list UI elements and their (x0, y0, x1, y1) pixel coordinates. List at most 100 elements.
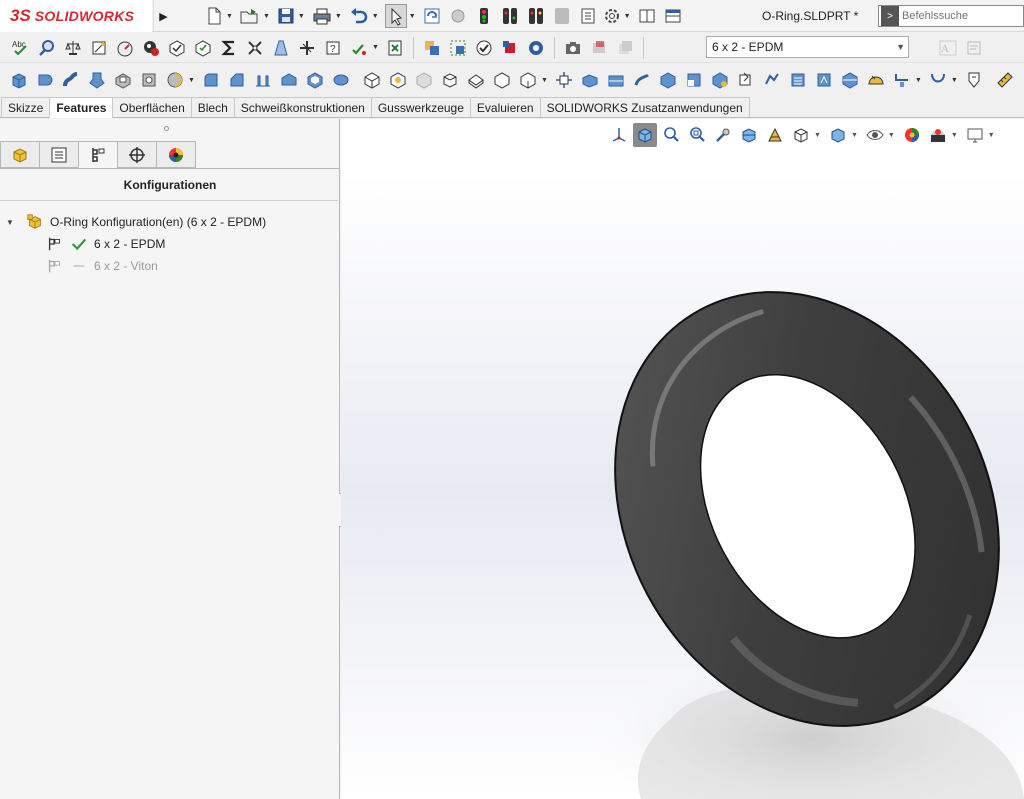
graphics-area[interactable]: ▼ ▼ ▼ ▼ ▼ (341, 119, 1024, 799)
lifebuoy-button[interactable] (524, 36, 548, 60)
curve-driven-pattern-button[interactable] (890, 68, 914, 92)
undo-dropdown-caret[interactable]: ▼ (372, 13, 379, 20)
snapshot-button[interactable] (561, 36, 585, 60)
tile-vertical-button[interactable] (663, 4, 683, 28)
text-format-button[interactable]: A (936, 36, 960, 60)
curves-button[interactable] (412, 68, 436, 92)
instant3d-button[interactable] (438, 68, 462, 92)
design-checker-button[interactable] (472, 36, 496, 60)
o-ring-model[interactable] (341, 119, 1024, 799)
tab-evaluieren[interactable]: Evaluieren (469, 97, 541, 117)
statistics-button[interactable] (139, 36, 163, 60)
rebuild-button[interactable] (422, 4, 442, 28)
undercut-analysis-button[interactable] (295, 36, 319, 60)
helix-button[interactable] (926, 68, 950, 92)
configuration-dropdown[interactable]: 6 x 2 - EPDM ▼ (706, 36, 909, 58)
solidworks-logo[interactable]: 3S SOLIDWORKS (0, 0, 152, 32)
tab-dimxpert-manager[interactable] (117, 141, 157, 168)
intersect-button[interactable] (360, 68, 384, 92)
section-properties-button[interactable] (87, 36, 111, 60)
undo-button[interactable] (348, 4, 370, 28)
traffic-light-4-button[interactable] (552, 4, 572, 28)
tab-gusswerkzeuge[interactable]: Gusswerkzeuge (370, 97, 471, 117)
tab-feature-manager[interactable] (0, 141, 40, 168)
draft-button[interactable] (277, 68, 301, 92)
analysis-dropdown-caret[interactable]: ▼ (372, 44, 379, 51)
split-button[interactable] (604, 68, 628, 92)
command-search[interactable]: > (878, 5, 1024, 27)
extrude-boss-button[interactable] (7, 68, 31, 92)
traffic-light-2-button[interactable] (500, 4, 520, 28)
ruler-button[interactable] (993, 68, 1017, 92)
excel-export-button[interactable] (383, 36, 407, 60)
options-button[interactable] (602, 4, 622, 28)
reference-geometry-button[interactable] (386, 68, 410, 92)
equations-button[interactable] (217, 36, 241, 60)
shell-button[interactable] (303, 68, 327, 92)
sensor-button[interactable] (113, 36, 137, 60)
linear-pattern-button[interactable] (464, 68, 488, 92)
select-button[interactable] (384, 4, 407, 28)
fillet-button[interactable] (199, 68, 223, 92)
delete-body-button[interactable] (656, 68, 680, 92)
dimxpert-button[interactable] (243, 36, 267, 60)
open-button[interactable] (239, 4, 261, 28)
mirror-button[interactable] (490, 68, 514, 92)
tab-features[interactable]: Features (49, 97, 114, 118)
deform-button[interactable] (760, 68, 784, 92)
note-button[interactable] (962, 36, 986, 60)
move-copy-body-button[interactable] (552, 68, 576, 92)
indent-button[interactable] (708, 68, 732, 92)
revolve-cut-button[interactable] (163, 68, 187, 92)
boundary-boss-button[interactable] (516, 68, 540, 92)
revolve-boss-button[interactable] (33, 68, 57, 92)
draft-analysis-button[interactable] (269, 36, 293, 60)
measure-button[interactable] (35, 36, 59, 60)
command-search-input[interactable] (902, 10, 1020, 22)
hole-wizard-button[interactable] (137, 68, 161, 92)
tab-blech[interactable]: Blech (190, 97, 235, 117)
extrude-cut-button[interactable] (111, 68, 135, 92)
flex-button[interactable] (734, 68, 758, 92)
new-dropdown-caret[interactable]: ▼ (226, 13, 233, 20)
curves-dropdown-caret[interactable]: ▼ (951, 77, 958, 84)
surface-cut-button[interactable] (838, 68, 862, 92)
spell-check-button[interactable]: Abc (9, 36, 33, 60)
freeform-button[interactable] (630, 68, 654, 92)
new-document-button[interactable] (204, 4, 224, 28)
tile-horizontal-button[interactable] (637, 4, 657, 28)
config-add-button[interactable] (587, 36, 611, 60)
check-button[interactable] (165, 36, 189, 60)
traffic-light-1-button[interactable] (474, 4, 494, 28)
tab-solidworks-zusatzanwendungen[interactable]: SOLIDWORKS Zusatzanwendungen (539, 97, 750, 117)
loft-boss-button[interactable] (85, 68, 109, 92)
save-button[interactable] (276, 4, 296, 28)
options-dropdown-caret[interactable]: ▼ (624, 13, 631, 20)
instant-feature-button[interactable] (962, 68, 986, 92)
tab-skizze[interactable]: Skizze (1, 97, 51, 117)
mass-properties-button[interactable] (61, 36, 85, 60)
features-dropdown-caret[interactable]: ▼ (541, 77, 548, 84)
parting-line-analysis-button[interactable]: ? (321, 36, 345, 60)
library-feature-button[interactable] (812, 68, 836, 92)
menu-expand-arrow[interactable]: ▶ (153, 0, 173, 32)
stop-button[interactable] (498, 36, 522, 60)
save-dropdown-caret[interactable]: ▼ (298, 13, 305, 20)
print-dropdown-caret[interactable]: ▼ (335, 13, 342, 20)
print-button[interactable] (311, 4, 333, 28)
cosmetic-thread-button[interactable] (786, 68, 810, 92)
tab-schweisskonstruktionen[interactable]: Schweißkonstruktionen (233, 97, 372, 117)
tree-expand-caret-icon[interactable]: ▼ (6, 218, 16, 227)
sweep-boss-button[interactable] (59, 68, 83, 92)
select-dropdown-caret[interactable]: ▼ (409, 13, 416, 20)
check-active-document-button[interactable] (446, 36, 470, 60)
geometry-analysis-button[interactable] (191, 36, 215, 60)
file-properties-button[interactable] (578, 4, 598, 28)
wrap-button[interactable] (329, 68, 353, 92)
compare-documents-button[interactable] (420, 36, 444, 60)
tab-configuration-manager[interactable] (78, 141, 118, 168)
tree-root-row[interactable]: ▼ O-Ring Konfiguration(en) (6 x 2 - EPDM… (6, 212, 266, 232)
pattern-dropdown-caret[interactable]: ▼ (915, 77, 922, 84)
traffic-light-3-button[interactable] (526, 4, 546, 28)
fileprops-button[interactable] (448, 4, 468, 28)
